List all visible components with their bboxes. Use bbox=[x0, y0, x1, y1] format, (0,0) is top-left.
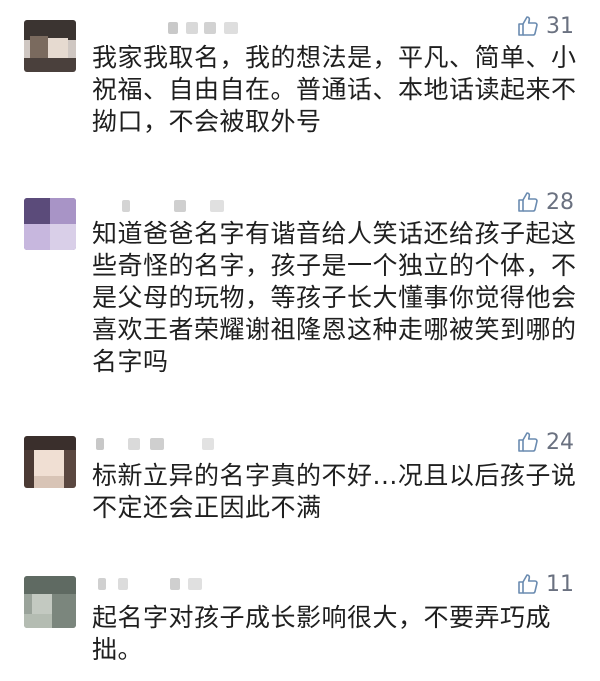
username-blurred[interactable] bbox=[92, 196, 252, 216]
comment-item: 28 知道爸爸名字有谐音给人笑话还给孩子起这 些奇怪的名字，孩子是一个独立的个体… bbox=[0, 178, 600, 408]
avatar[interactable] bbox=[24, 576, 76, 628]
like-button[interactable]: 31 bbox=[516, 12, 574, 40]
comment-item: 31 我家我取名，我的想法是，平凡、简单、小 祝福、自由自在。普通话、本地话读起… bbox=[0, 0, 600, 160]
username-blurred[interactable] bbox=[92, 434, 252, 454]
like-button[interactable]: 11 bbox=[516, 570, 574, 598]
comment-text: 起名字对孩子成长影响很大，不要弄巧成 拙。 bbox=[92, 603, 552, 664]
comment-item: 11 起名字对孩子成长影响很大，不要弄巧成 拙。 bbox=[0, 560, 600, 681]
thumbs-up-icon bbox=[518, 192, 538, 212]
thumbs-up-icon bbox=[518, 432, 538, 452]
like-count: 24 bbox=[546, 429, 574, 455]
thumbs-up-icon bbox=[518, 16, 538, 36]
like-count: 28 bbox=[546, 189, 574, 215]
like-count: 31 bbox=[546, 13, 574, 39]
comment-text: 标新立异的名字真的不好...况且以后孩子说 不定还会正因此不满 bbox=[92, 461, 577, 522]
username-blurred[interactable] bbox=[92, 18, 252, 38]
avatar[interactable] bbox=[24, 436, 76, 488]
thumbs-up-icon bbox=[518, 574, 538, 594]
username-blurred[interactable] bbox=[92, 574, 252, 594]
avatar[interactable] bbox=[24, 20, 76, 72]
like-button[interactable]: 24 bbox=[516, 428, 574, 456]
avatar[interactable] bbox=[24, 198, 76, 250]
like-count: 11 bbox=[546, 571, 574, 597]
comment-item: 24 标新立异的名字真的不好...况且以后孩子说 不定还会正因此不满 bbox=[0, 418, 600, 548]
comment-text: 我家我取名，我的想法是，平凡、简单、小 祝福、自由自在。普通话、本地话读起来不 … bbox=[92, 43, 577, 136]
like-button[interactable]: 28 bbox=[516, 188, 574, 216]
comment-text: 知道爸爸名字有谐音给人笑话还给孩子起这 些奇怪的名字，孩子是一个独立的个体，不 … bbox=[92, 219, 577, 376]
